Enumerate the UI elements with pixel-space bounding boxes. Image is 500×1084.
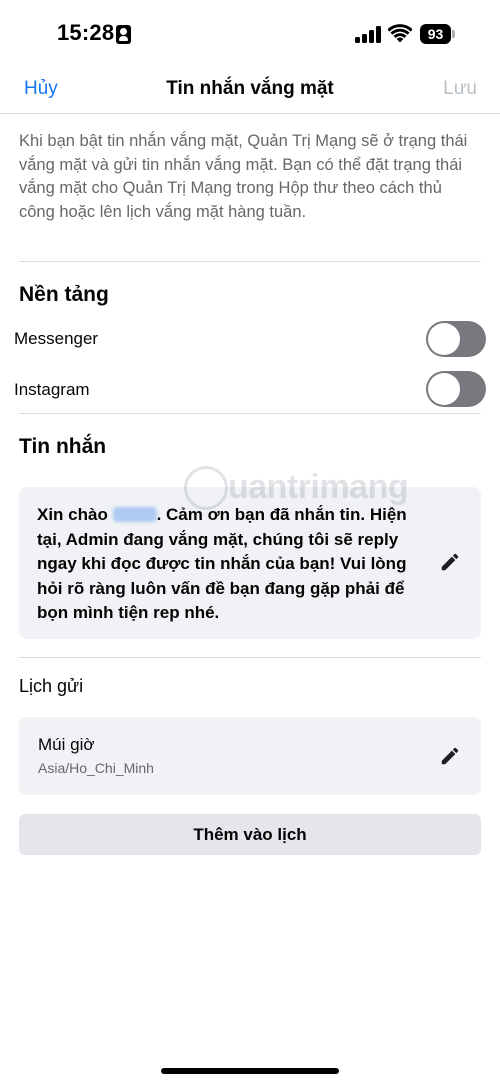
divider	[19, 261, 481, 262]
message-greeting: Xin chào	[37, 505, 113, 524]
battery-icon: 93	[420, 24, 451, 44]
schedule-section-title: Lịch gửi	[19, 676, 84, 696]
save-button[interactable]: Lưu	[443, 78, 477, 100]
watermark-emblem-icon	[184, 466, 228, 510]
person-card-icon	[116, 25, 131, 44]
divider	[19, 657, 481, 658]
cancel-button[interactable]: Hủy	[24, 78, 58, 100]
battery-level: 93	[427, 26, 444, 42]
intro-description: Khi bạn bật tin nhắn vắng mặt, Quản Trị …	[19, 132, 468, 221]
cellular-signal-icon	[355, 26, 381, 43]
messenger-label: Messenger	[14, 329, 99, 348]
status-bar: 15:28 93	[0, 0, 500, 68]
wifi-icon	[388, 24, 412, 43]
instagram-label: Instagram	[14, 380, 90, 399]
status-time: 15:28	[57, 20, 115, 45]
message-section-title: Tin nhắn	[19, 435, 107, 458]
home-indicator[interactable]	[161, 1068, 339, 1074]
toggle-knob	[428, 373, 460, 405]
blurred-name	[112, 507, 157, 522]
messenger-toggle[interactable]	[426, 321, 486, 357]
away-message-screen: 15:28 93 Tin nhắn vắng mặt Hủy Lưu Khi b…	[0, 0, 500, 1084]
nav-bar: Tin nhắn vắng mặt Hủy Lưu	[0, 68, 500, 114]
platforms-section-title: Nền tảng	[19, 283, 109, 306]
pencil-icon[interactable]	[439, 745, 461, 767]
pencil-icon[interactable]	[439, 551, 461, 573]
divider	[19, 413, 481, 414]
away-message-text: Xin chào . Cảm ơn bạn đã nhắn tin. Hiện …	[37, 503, 422, 626]
watermark-logo: uantrimang	[180, 460, 410, 520]
add-to-schedule-button[interactable]: Thêm vào lịch	[19, 814, 481, 855]
battery-cap	[452, 30, 455, 38]
page-title: Tin nhắn vắng mặt	[166, 78, 334, 99]
timezone-value: Asia/Ho_Chi_Minh	[38, 760, 154, 776]
instagram-toggle[interactable]	[426, 371, 486, 407]
timezone-label: Múi giờ	[38, 735, 95, 754]
timezone-card[interactable]: Múi giờ Asia/Ho_Chi_Minh	[19, 717, 481, 795]
toggle-knob	[428, 323, 460, 355]
watermark-text: uantrimang	[228, 468, 409, 506]
